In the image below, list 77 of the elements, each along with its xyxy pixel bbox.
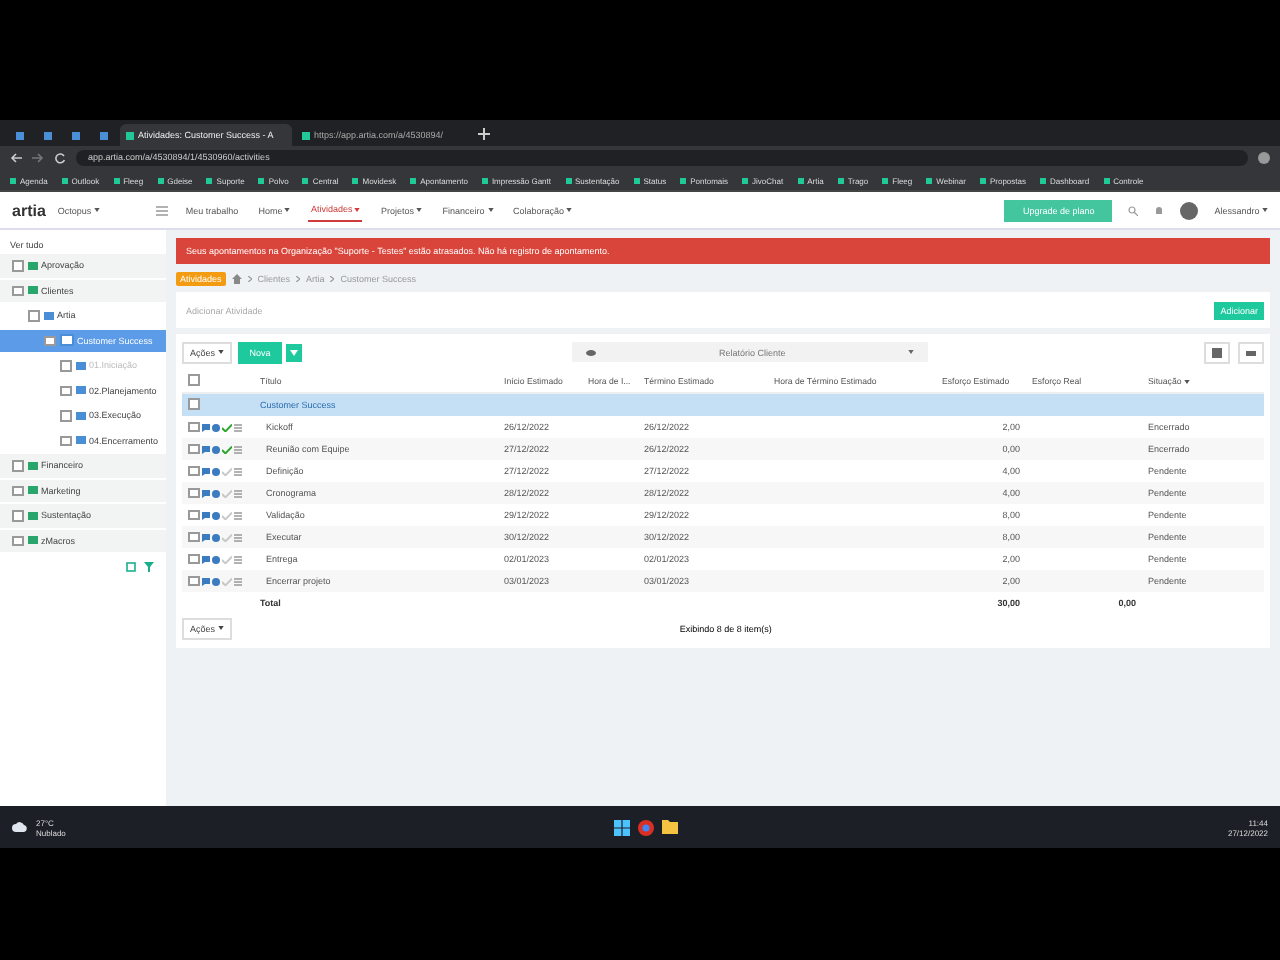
comment-icon[interactable] [201, 577, 209, 585]
row-checkbox[interactable] [188, 398, 199, 410]
caret-icon [217, 626, 224, 630]
caret-icon [217, 350, 224, 354]
menu-icon[interactable] [155, 205, 168, 215]
check-icon[interactable] [221, 555, 231, 563]
info-icon[interactable] [211, 511, 219, 519]
chevron-right-icon [296, 275, 301, 281]
chevron-right-icon [247, 275, 252, 281]
comment-icon[interactable] [201, 423, 209, 431]
comment-icon[interactable] [201, 555, 209, 563]
row-checkbox[interactable] [188, 509, 199, 521]
caret-icon [487, 208, 494, 213]
list-icon[interactable] [233, 533, 241, 541]
check-icon[interactable] [221, 577, 231, 585]
info-icon[interactable] [211, 555, 219, 563]
caret-icon [908, 350, 915, 354]
comment-icon[interactable] [201, 445, 209, 453]
row-checkbox[interactable] [188, 553, 199, 565]
row-checkbox[interactable] [188, 575, 199, 587]
comment-icon[interactable] [201, 467, 209, 475]
list-icon[interactable] [233, 445, 241, 453]
row-checkbox[interactable] [188, 465, 199, 477]
comment-icon[interactable] [201, 489, 209, 497]
browser-app-icon[interactable] [638, 819, 655, 835]
list-icon[interactable] [233, 423, 241, 431]
check-icon[interactable] [221, 423, 231, 431]
comment-icon[interactable] [201, 533, 209, 541]
info-icon[interactable] [211, 577, 219, 585]
avatar[interactable] [1180, 201, 1199, 219]
new-tab-icon[interactable] [478, 128, 490, 140]
windows-start-icon[interactable] [614, 819, 631, 835]
info-icon[interactable] [211, 445, 219, 453]
check-icon[interactable] [221, 533, 231, 541]
caret-icon [290, 349, 299, 355]
list-icon[interactable] [233, 489, 241, 497]
list-icon[interactable] [233, 577, 241, 585]
save-button[interactable] [1204, 341, 1230, 363]
caret-icon [354, 207, 361, 212]
profile-icon[interactable] [1258, 152, 1270, 164]
row-checkbox[interactable] [188, 531, 199, 543]
print-button[interactable] [1238, 341, 1264, 363]
select-all-checkbox[interactable] [188, 374, 199, 386]
back-icon[interactable] [10, 152, 22, 164]
chevron-right-icon [330, 275, 335, 281]
caret-icon [1262, 208, 1268, 213]
check-icon[interactable] [221, 511, 231, 519]
row-checkbox[interactable] [188, 487, 199, 499]
info-icon[interactable] [211, 489, 219, 497]
caret-icon [1183, 380, 1190, 384]
new-dropdown-button[interactable] [284, 343, 303, 361]
check-icon[interactable] [221, 445, 231, 453]
reload-icon[interactable] [54, 152, 66, 164]
info-icon[interactable] [211, 423, 219, 431]
folder-icon[interactable] [662, 820, 679, 834]
cloud-icon [12, 822, 28, 832]
row-checkbox[interactable] [188, 443, 199, 455]
caret-icon [284, 208, 291, 213]
list-icon[interactable] [233, 467, 241, 475]
row-checkbox[interactable] [188, 421, 199, 433]
info-icon[interactable] [211, 467, 219, 475]
eye-icon [586, 349, 597, 355]
filter-icon[interactable] [144, 562, 154, 572]
caret-icon [566, 208, 573, 213]
info-icon[interactable] [211, 533, 219, 541]
bell-icon[interactable] [1154, 205, 1165, 215]
check-icon[interactable] [221, 489, 231, 497]
list-icon[interactable] [233, 555, 241, 563]
logo[interactable]: artia [12, 201, 46, 219]
check-icon[interactable] [221, 467, 231, 475]
home-icon[interactable] [231, 273, 242, 283]
list-icon[interactable] [233, 511, 241, 519]
forward-icon[interactable] [32, 152, 44, 164]
search-icon[interactable] [1128, 205, 1139, 215]
caret-icon [93, 208, 100, 213]
caret-icon [416, 208, 423, 213]
comment-icon[interactable] [201, 511, 209, 519]
